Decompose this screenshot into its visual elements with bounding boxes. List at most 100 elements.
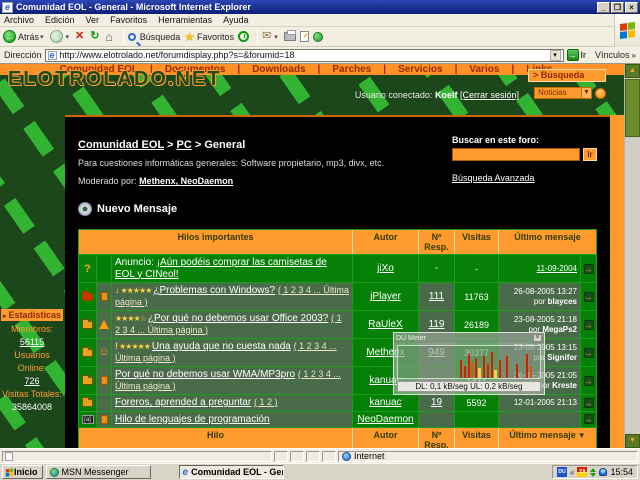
address-dropdown-icon[interactable]: ▾ <box>549 49 561 61</box>
header-replies[interactable]: Nº Resp. <box>419 230 455 254</box>
goto-last-post-icon[interactable] <box>583 347 594 358</box>
links-label[interactable]: Vínculos <box>595 50 630 60</box>
mail-dropdown-icon[interactable]: ▾ <box>274 33 278 41</box>
scroll-thumb[interactable] <box>625 79 640 137</box>
start-button[interactable]: Inicio <box>2 465 43 479</box>
network-activity-icon[interactable] <box>590 467 597 477</box>
forum-search-go-button[interactable]: Ir <box>583 148 597 161</box>
page-scrollbar[interactable]: ▲ ▼ <box>624 64 640 448</box>
moderator-link[interactable]: NeoDaemon <box>181 176 234 186</box>
nav-servicios[interactable]: Servicios <box>398 64 457 75</box>
last-message-date: 23-08-2005 21:18 <box>513 314 577 324</box>
author-link[interactable]: jiXo <box>377 263 394 274</box>
minimize-button[interactable] <box>597 1 610 13</box>
nav-varios[interactable]: Varios <box>469 64 514 75</box>
du-meter-widget[interactable]: DU Meter × DL: 0,1 kB/seg UL: 0,2 kB/seg <box>393 332 545 395</box>
go-button[interactable]: → Ir <box>566 49 586 61</box>
menu-edicion[interactable]: Edición <box>45 15 75 25</box>
goto-last-post-icon[interactable] <box>583 397 594 408</box>
du-meter-close-icon[interactable] <box>533 334 542 342</box>
scroll-down-icon[interactable]: ▼ <box>625 434 640 448</box>
by-label: por <box>533 296 546 306</box>
goto-last-post-icon[interactable] <box>583 291 594 302</box>
replies-count-link[interactable]: 19 <box>431 397 442 408</box>
advanced-search-link[interactable]: Búsqueda Avanzada <box>452 173 534 183</box>
browser-viewport: elotrolado.net > Búsqueda Usuario conect… <box>0 64 640 448</box>
page-links[interactable]: ( 1 2 ) <box>254 397 278 407</box>
scroll-up-icon[interactable]: ▲ <box>625 64 640 78</box>
address-url[interactable]: http://www.elotrolado.net/forumdisplay.p… <box>60 50 550 60</box>
header-replies[interactable]: Nº Resp. <box>419 428 455 448</box>
close-button[interactable] <box>625 1 638 13</box>
author-link[interactable]: kanuac <box>369 397 401 408</box>
refresh-button[interactable]: ↻ <box>90 31 101 42</box>
author-link[interactable]: NeoDaemon <box>357 414 413 425</box>
back-dropdown-icon[interactable]: ▾ <box>40 33 44 41</box>
edit-button[interactable] <box>299 31 309 42</box>
header-author[interactable]: Autor <box>353 428 419 448</box>
favorites-button[interactable]: ★ Favoritos <box>184 30 234 44</box>
moderator-link[interactable]: Methenx <box>139 176 181 186</box>
new-message-button[interactable]: Nuevo Mensaje <box>78 202 597 216</box>
links-chevron-icon[interactable]: » <box>632 51 636 60</box>
nav-parches[interactable]: Parches <box>332 64 386 75</box>
menu-archivo[interactable]: Archivo <box>4 15 34 25</box>
scroll-track[interactable] <box>625 137 640 434</box>
history-button[interactable] <box>238 31 250 42</box>
online-count-link[interactable]: 726 <box>24 376 39 386</box>
window-titlebar[interactable]: e Comunidad EOL - General - Microsoft In… <box>0 0 640 14</box>
task-msn-messenger[interactable]: MSN Messenger <box>45 465 151 479</box>
messenger-button[interactable] <box>312 31 323 42</box>
visits-count: 5592 <box>466 397 487 408</box>
header-thread[interactable]: Hilo <box>79 428 353 448</box>
forward-dropdown-icon[interactable]: ▾ <box>66 33 70 41</box>
thread-title-link[interactable]: Foreros, aprended a preguntar <box>115 397 251 408</box>
author-link[interactable]: jPlayer <box>370 291 401 302</box>
stop-button[interactable]: ✕ <box>75 31 86 42</box>
menu-favoritos[interactable]: Favoritos <box>110 15 147 25</box>
thread-title-link[interactable]: Hilo de lenguajes de programación <box>115 414 270 425</box>
thread-title-link[interactable]: ¿Por qué no debemos usar Office 2003? <box>148 313 328 324</box>
mail-button[interactable]: ✉ ▾ <box>262 31 280 42</box>
thread-title-link[interactable]: Por qué no debemos usar WMA/MP3pro <box>115 369 295 380</box>
restore-button[interactable] <box>611 1 624 13</box>
address-input[interactable]: e http://www.elotrolado.net/forumdisplay… <box>44 48 564 62</box>
search-button[interactable]: Búsqueda <box>127 32 180 42</box>
replies-count-link[interactable]: 111 <box>429 291 444 302</box>
task-comunidad-eol[interactable]: e Comunidad EOL - Gen... <box>178 465 284 479</box>
goto-last-post-icon[interactable] <box>583 375 594 386</box>
goto-last-post-icon[interactable] <box>583 319 594 330</box>
thread-title-link[interactable]: ¿Problemas con Windows? <box>153 285 275 296</box>
header-visits[interactable]: Visitas <box>455 230 499 254</box>
goto-last-post-icon[interactable] <box>583 263 594 274</box>
home-button[interactable]: ⌂ <box>105 31 114 43</box>
menu-ayuda[interactable]: Ayuda <box>223 15 248 25</box>
menu-herramientas[interactable]: Herramientas <box>158 15 212 25</box>
header-last-message[interactable]: Último mensaje <box>499 230 596 254</box>
header-visits[interactable]: Visitas <box>455 428 499 448</box>
zonealarm-icon[interactable] <box>577 467 588 477</box>
replies-count-link[interactable]: 119 <box>429 319 445 330</box>
status-cell <box>290 450 304 462</box>
header-last-message[interactable]: Último mensaje ▼ <box>499 428 596 448</box>
forum-search-input[interactable] <box>452 148 580 161</box>
menu-ver[interactable]: Ver <box>86 15 100 25</box>
du-meter-titlebar[interactable]: DU Meter <box>394 333 544 343</box>
nav-downloads[interactable]: Downloads <box>252 64 320 75</box>
thread-title-link[interactable]: Una ayuda que no cuesta nada <box>152 341 291 352</box>
messenger-tray-icon[interactable] <box>599 468 608 476</box>
last-message-date-link[interactable]: 11-09-2004 <box>537 264 577 274</box>
breadcrumb-comunidad[interactable]: Comunidad EOL <box>78 139 164 151</box>
back-button[interactable]: ← Atrás ▾ <box>3 30 46 43</box>
du-meter-tray-icon[interactable] <box>557 467 568 477</box>
header-important[interactable]: Hilos importantes <box>79 230 353 254</box>
tray-collapse-icon[interactable] <box>570 468 574 477</box>
members-count-link[interactable]: 56115 <box>20 337 44 347</box>
author-link[interactable]: RaUleX <box>368 319 402 330</box>
goto-last-post-icon[interactable] <box>583 414 594 425</box>
breadcrumb-pc[interactable]: PC <box>177 139 192 151</box>
forward-button[interactable]: → ▾ <box>49 30 72 43</box>
header-author[interactable]: Autor <box>353 230 419 254</box>
menu-bar: Archivo Edición Ver Favoritos Herramient… <box>0 14 640 27</box>
print-button[interactable] <box>283 30 296 41</box>
